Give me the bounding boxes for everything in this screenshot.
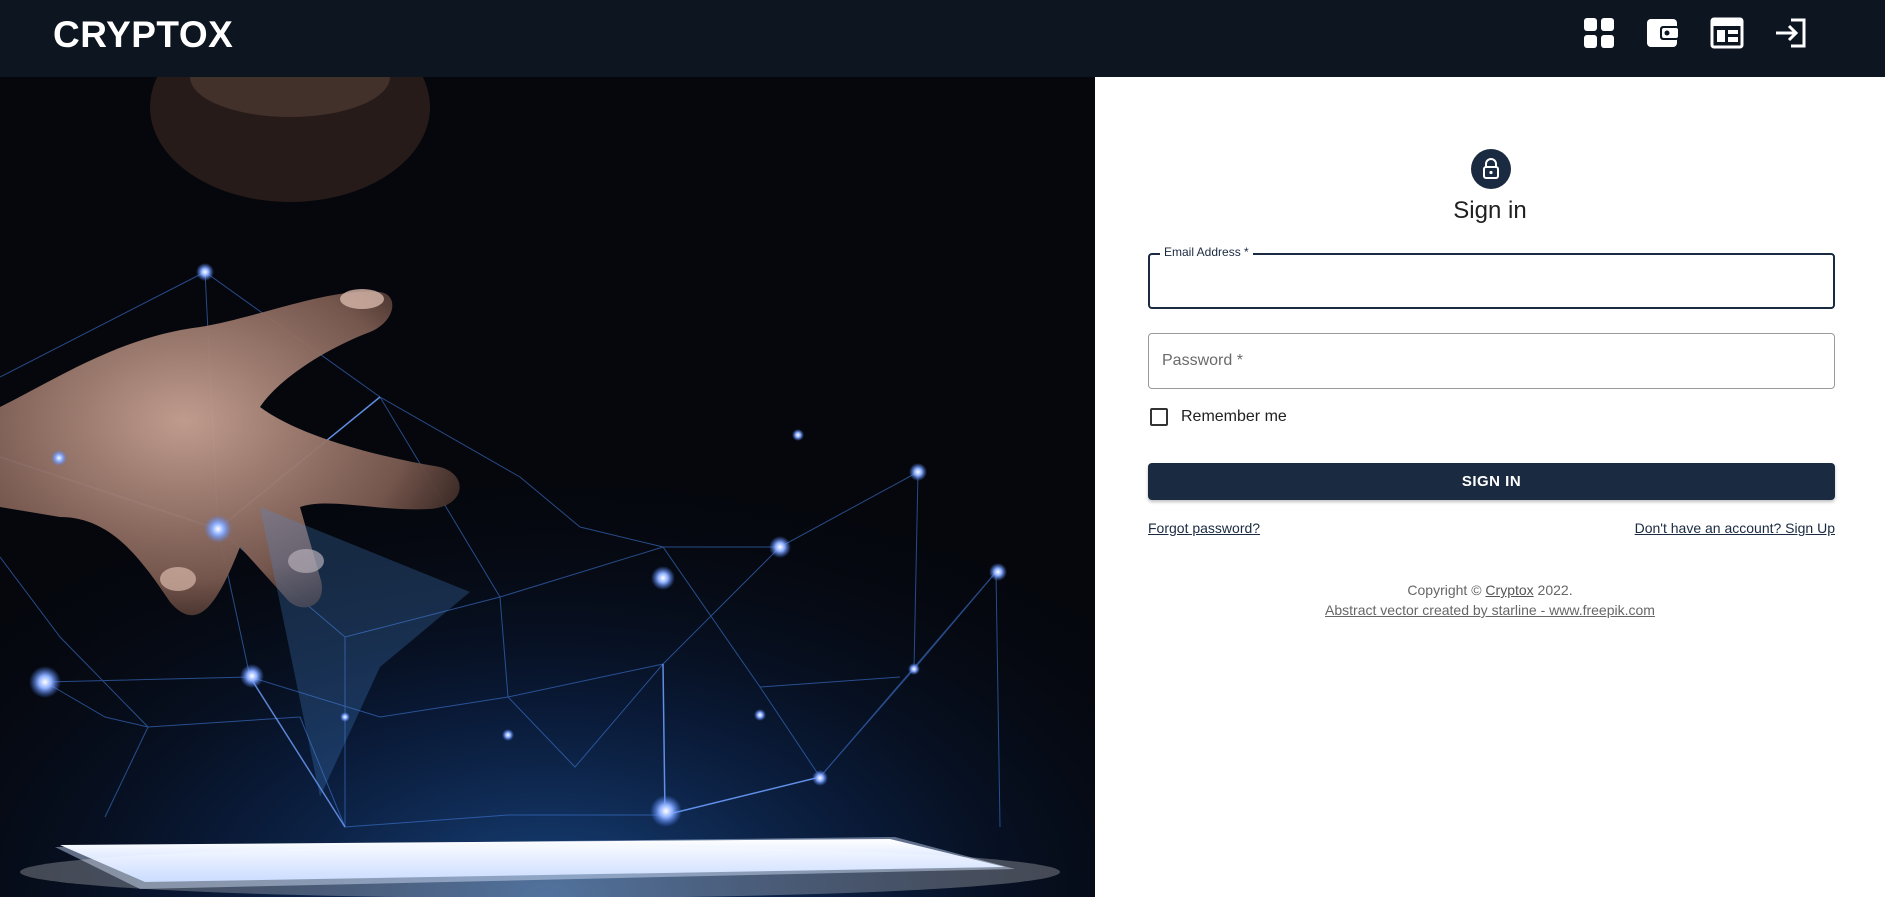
sign-up-link[interactable]: Don't have an account? Sign Up [1635,520,1835,536]
email-field[interactable]: Email Address * [1148,245,1835,309]
login-icon[interactable] [1772,14,1810,52]
email-label: Email Address * [1160,245,1253,259]
remember-checkbox[interactable] [1150,408,1168,426]
remember-me[interactable]: Remember me [1150,408,1287,426]
email-input[interactable] [1150,255,1833,307]
password-field[interactable] [1148,333,1835,389]
dashboard-icon[interactable] [1580,14,1618,52]
copyright-prefix: Copyright © [1407,582,1486,598]
brand-logo[interactable]: CRYPTOX [53,14,233,56]
remember-label: Remember me [1181,408,1287,425]
top-navigation-bar: CRYPTOX [0,0,1885,77]
nav-icon-group [1580,14,1810,52]
password-input[interactable] [1149,334,1834,388]
lock-icon [1483,158,1499,179]
copyright-text: Copyright © Cryptox 2022. [1095,582,1885,598]
hero-image [0,77,1095,897]
sign-in-button[interactable]: SIGN IN [1148,463,1835,500]
sign-in-panel: Sign in Email Address * Remember me SIGN… [1095,77,1885,897]
copyright-suffix: 2022. [1533,582,1573,598]
image-credit-link[interactable]: Abstract vector created by starline - ww… [1095,602,1885,618]
forgot-password-link[interactable]: Forgot password? [1148,520,1260,536]
calendar-icon[interactable] [1708,14,1746,52]
lock-avatar [1471,149,1511,189]
wallet-icon[interactable] [1644,14,1682,52]
page-title: Sign in [1453,197,1527,224]
cryptox-link[interactable]: Cryptox [1485,582,1533,598]
